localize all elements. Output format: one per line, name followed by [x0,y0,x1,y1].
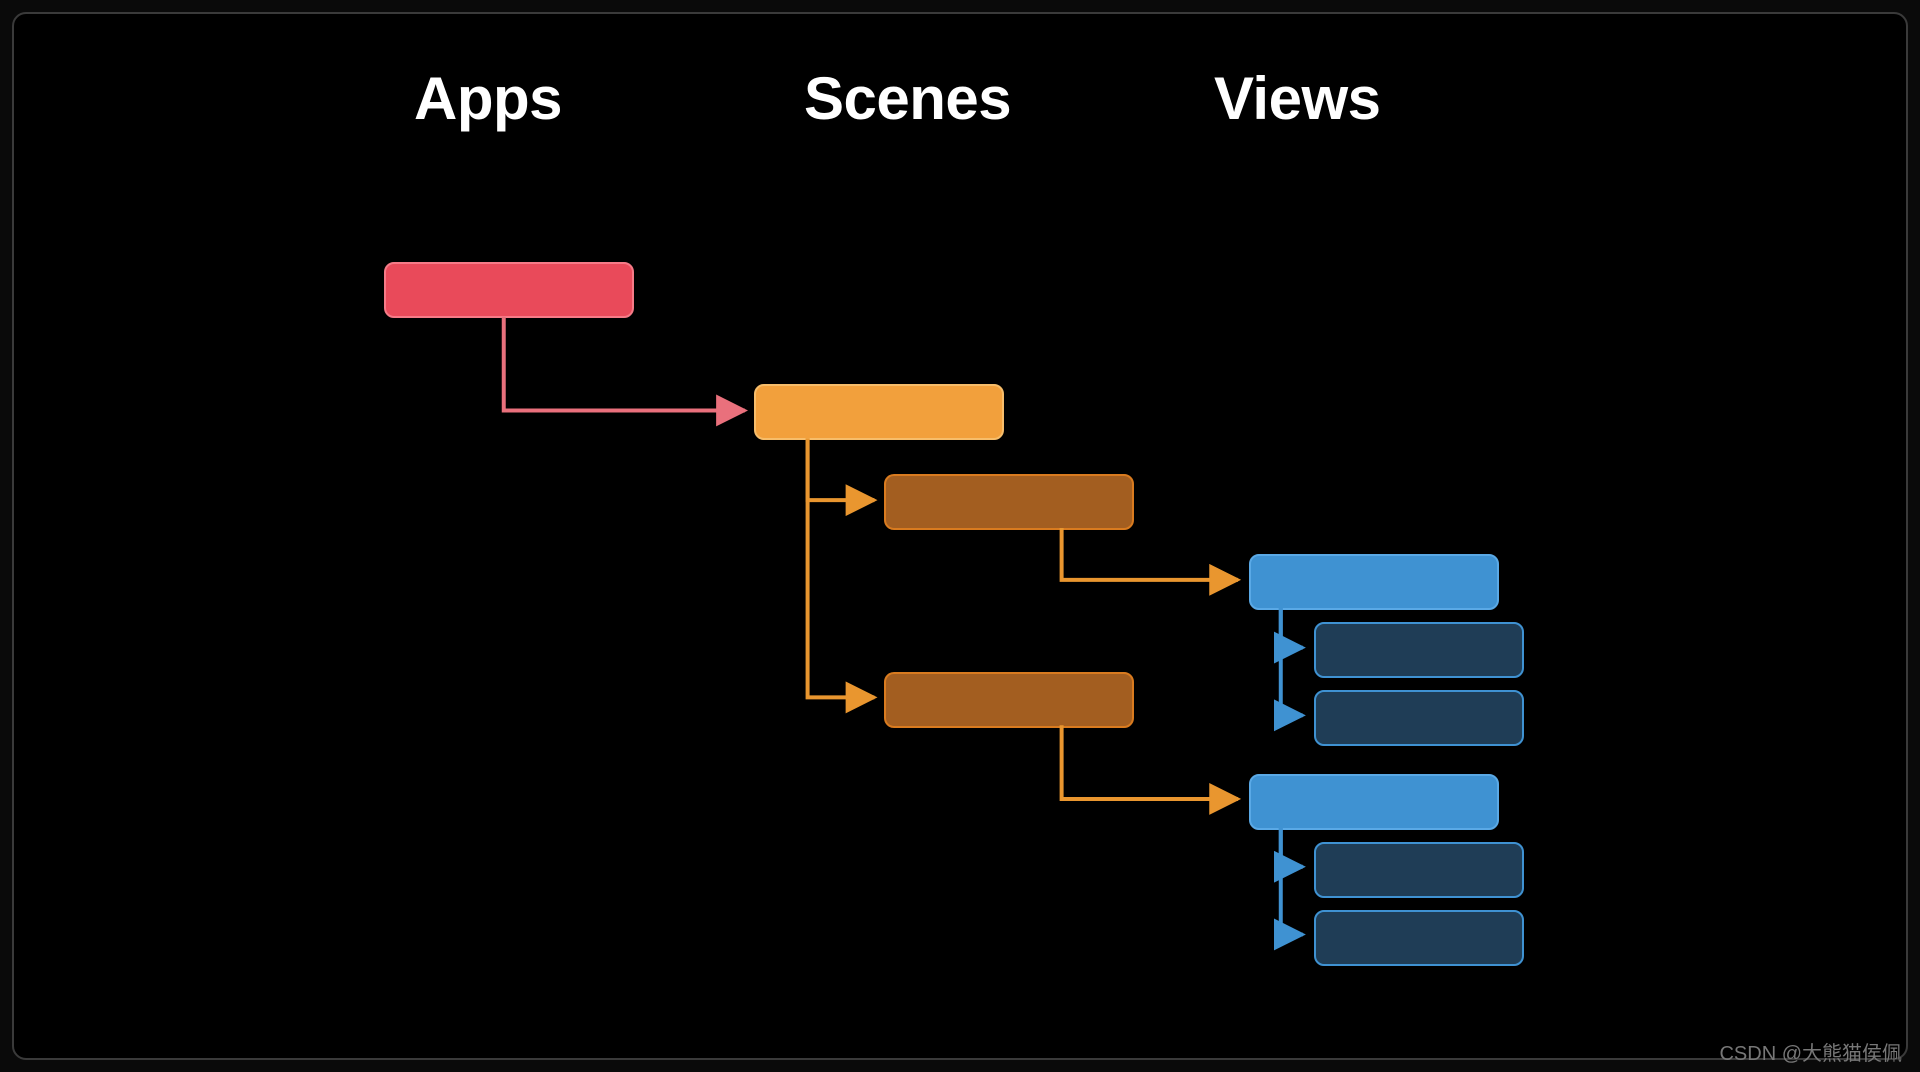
node-view-1-sub-2 [1314,690,1524,746]
slide-frame: Apps Scenes Views [12,12,1908,1060]
node-view-2 [1249,774,1499,830]
edge-scene-to-child1 [808,438,875,500]
diagram-arrows [14,14,1906,1058]
node-view-2-sub-1 [1314,842,1524,898]
heading-scenes: Scenes [804,64,1011,133]
edge-child2-to-view2 [1062,725,1238,799]
watermark: CSDN @大熊猫侯佩 [1719,1037,1902,1066]
node-scene-child-1 [884,474,1134,530]
node-view-1-sub-1 [1314,622,1524,678]
node-scene-child-2 [884,672,1134,728]
heading-views: Views [1214,64,1381,133]
node-view-1 [1249,554,1499,610]
node-scene-root [754,384,1004,440]
edge-view2-to-sub1 [1281,827,1303,867]
edge-scene-to-child2 [808,438,875,697]
edge-view2-to-sub2 [1281,827,1303,935]
node-view-2-sub-2 [1314,910,1524,966]
heading-apps: Apps [414,64,562,133]
edge-app-to-scene [504,317,745,411]
edge-view1-to-sub1 [1281,608,1303,648]
node-app [384,262,634,318]
edge-view1-to-sub2 [1281,608,1303,716]
edge-child1-to-view1 [1062,528,1238,580]
